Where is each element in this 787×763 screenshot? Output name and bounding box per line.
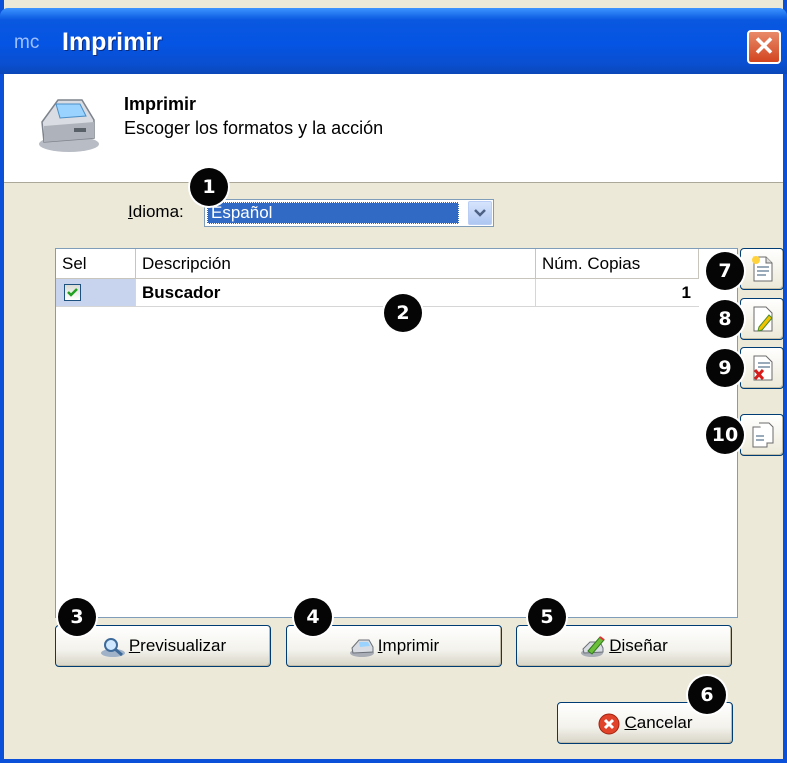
imprimir-label: mprimir — [382, 636, 440, 655]
descripcion-cell[interactable]: Buscador — [136, 279, 536, 307]
printer-small-icon — [349, 639, 374, 657]
sel-cell[interactable] — [56, 279, 136, 307]
close-button[interactable]: ✕ — [747, 30, 781, 64]
callout-10: 10 — [706, 416, 744, 454]
copias-cell[interactable]: 1 — [536, 279, 699, 307]
idioma-label-text: dioma: — [132, 202, 184, 221]
copy-format-button[interactable] — [740, 414, 784, 456]
header-title: Imprimir — [124, 94, 197, 114]
dialog-header: Imprimir Escoger los formatos y la acció… — [4, 74, 783, 183]
app-logo: mc — [14, 32, 40, 53]
edit-format-button[interactable] — [740, 298, 784, 340]
row-checkbox[interactable] — [64, 284, 81, 301]
close-icon: ✕ — [753, 31, 775, 61]
callout-1: 1 — [190, 168, 228, 206]
edit-document-icon — [753, 306, 773, 332]
column-header-descripcion[interactable]: Descripción — [136, 249, 536, 279]
printer-icon — [39, 99, 99, 152]
column-header-copias[interactable]: Núm. Copias — [536, 249, 699, 279]
disenar-accel: D — [609, 636, 622, 655]
delete-format-button[interactable] — [740, 347, 784, 389]
callout-4: 4 — [294, 598, 332, 636]
previsualizar-label: revisualizar — [140, 636, 227, 655]
design-pencil-icon — [581, 635, 605, 657]
checkmark-icon — [67, 288, 78, 297]
idioma-label: Idioma: — [128, 202, 184, 222]
title-bar: mc Imprimir ✕ — [0, 8, 787, 74]
new-document-icon — [752, 256, 773, 282]
callout-5: 5 — [528, 598, 566, 636]
idioma-value: Español — [207, 202, 459, 224]
chevron-down-icon[interactable] — [468, 201, 492, 225]
cancelar-label: ancelar — [636, 713, 693, 732]
callout-2: 2 — [384, 294, 422, 332]
disenar-label: iseñar — [621, 636, 668, 655]
callout-9: 9 — [706, 349, 744, 387]
callout-7: 7 — [706, 252, 744, 290]
header-subtitle: Escoger los formatos y la acción — [124, 118, 384, 138]
copy-document-icon — [752, 422, 774, 448]
table-row[interactable]: Buscador 1 — [56, 279, 699, 307]
window-title: Imprimir — [62, 28, 163, 56]
idioma-select[interactable]: Español — [204, 199, 494, 227]
cancelar-accel: C — [624, 713, 637, 732]
callout-3: 3 — [58, 598, 96, 636]
magnifier-icon — [100, 637, 125, 657]
previsualizar-accel: P — [128, 636, 141, 655]
new-format-button[interactable] — [740, 248, 784, 290]
delete-document-icon — [753, 355, 773, 381]
column-header-sel[interactable]: Sel — [56, 249, 136, 279]
callout-6: 6 — [688, 676, 726, 714]
cancel-icon — [598, 713, 620, 735]
callout-8: 8 — [706, 300, 744, 338]
